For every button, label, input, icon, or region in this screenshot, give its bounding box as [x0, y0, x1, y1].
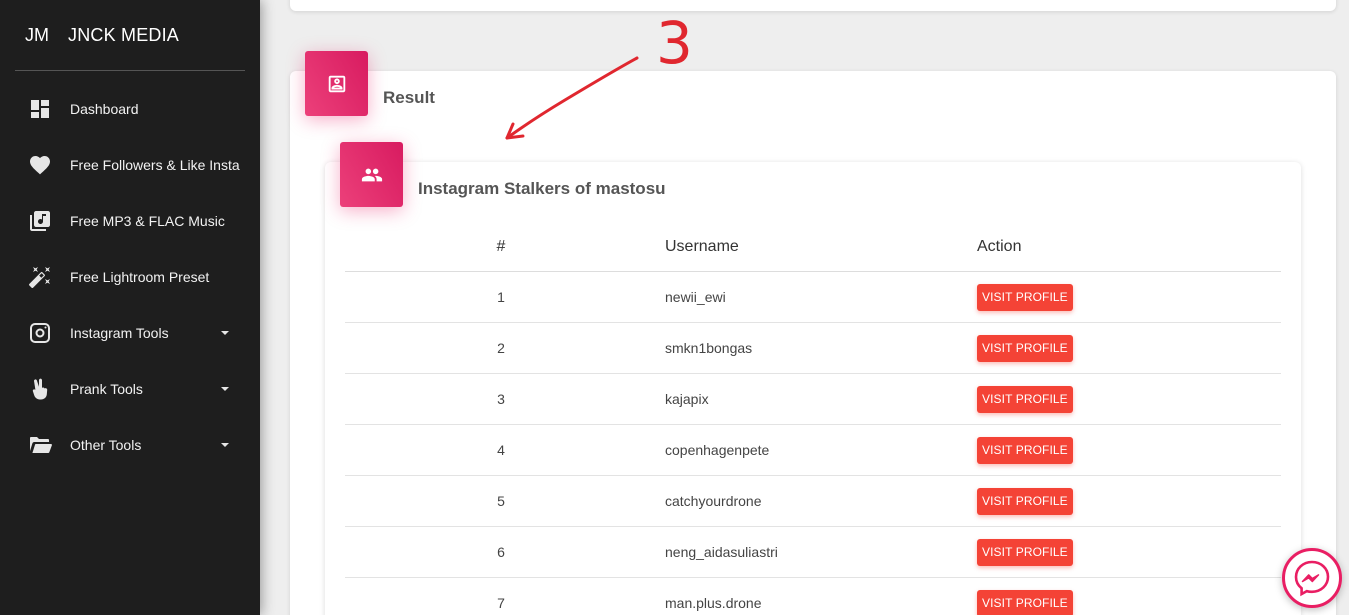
sidebar: JM JNCK MEDIA Dashboard Free Followers &… [0, 0, 260, 615]
row-username: smkn1bongas [665, 340, 753, 356]
row-number: 5 [497, 493, 505, 509]
chevron-down-icon [221, 331, 229, 335]
row-action: VISIT PROFILE [969, 283, 1281, 311]
table-row: 5 catchyourdrone VISIT PROFILE [345, 476, 1281, 527]
visit-profile-button[interactable]: VISIT PROFILE [977, 385, 1073, 413]
visit-profile-button[interactable]: VISIT PROFILE [977, 589, 1073, 615]
visit-profile-button[interactable]: VISIT PROFILE [977, 283, 1073, 311]
column-header-number: # [496, 237, 506, 255]
row-number: 3 [497, 391, 505, 407]
row-action: VISIT PROFILE [969, 538, 1281, 566]
table-header-row: # Username Action [345, 222, 1281, 272]
brand-mini: JM [25, 24, 49, 45]
sidebar-item-instagram-tools[interactable]: Instagram Tools [0, 305, 260, 361]
table-row: 2 smkn1bongas VISIT PROFILE [345, 323, 1281, 374]
row-action: VISIT PROFILE [969, 385, 1281, 413]
dashboard-icon [28, 97, 52, 121]
sidebar-item-other-tools[interactable]: Other Tools [0, 417, 260, 473]
chevron-down-icon [221, 443, 229, 447]
sidebar-item-label: Dashboard [70, 101, 139, 117]
row-username: catchyourdrone [665, 493, 762, 509]
sidebar-item-free-followers[interactable]: Free Followers & Like Insta [0, 137, 260, 193]
victory-hand-icon [28, 377, 52, 401]
column-header-action: Action [977, 237, 1022, 255]
row-action: VISIT PROFILE [969, 334, 1281, 362]
magic-wand-icon [28, 265, 52, 289]
row-username: copenhagenpete [665, 442, 770, 458]
contact-card-icon [328, 75, 345, 92]
sidebar-item-label: Other Tools [70, 437, 142, 453]
sidebar-item-label: Free MP3 & FLAC Music [70, 213, 225, 229]
chevron-down-icon [221, 387, 229, 391]
visit-profile-button[interactable]: VISIT PROFILE [977, 334, 1073, 362]
row-number: 7 [497, 595, 505, 611]
messenger-icon [1294, 560, 1330, 597]
sidebar-item-label: Free Lightroom Preset [70, 269, 210, 285]
visit-profile-button[interactable]: VISIT PROFILE [977, 538, 1073, 566]
row-action: VISIT PROFILE [969, 436, 1281, 464]
brand[interactable]: JM JNCK MEDIA [0, 0, 260, 70]
instagram-icon [28, 321, 52, 345]
visit-profile-button[interactable]: VISIT PROFILE [977, 487, 1073, 515]
row-username: newii_ewi [665, 289, 726, 305]
heart-icon [28, 153, 52, 177]
row-username: man.plus.drone [665, 595, 762, 611]
result-card-header-icon [305, 51, 368, 116]
row-number: 1 [497, 289, 505, 305]
visit-profile-button[interactable]: VISIT PROFILE [977, 436, 1073, 464]
sidebar-item-label: Free Followers & Like Insta [70, 157, 240, 173]
row-number: 2 [497, 340, 505, 356]
annotation-number: 3 [656, 9, 693, 77]
sidebar-item-dashboard[interactable]: Dashboard [0, 81, 260, 137]
column-header-username: Username [665, 237, 739, 255]
annotation-arrow-icon [505, 56, 639, 140]
music-library-icon [28, 209, 52, 233]
table-row: 3 kajapix VISIT PROFILE [345, 374, 1281, 425]
sidebar-divider [15, 70, 245, 71]
row-number: 6 [497, 544, 505, 560]
stalkers-card-header-icon [340, 142, 403, 207]
sidebar-item-free-music[interactable]: Free MP3 & FLAC Music [0, 193, 260, 249]
sidebar-nav: Dashboard Free Followers & Like Insta Fr… [0, 81, 260, 473]
row-username: kajapix [665, 391, 709, 407]
sidebar-item-label: Instagram Tools [70, 325, 169, 341]
folder-open-icon [28, 433, 52, 457]
table-row: 1 newii_ewi VISIT PROFILE [345, 272, 1281, 323]
row-action: VISIT PROFILE [969, 589, 1281, 615]
top-card [290, 0, 1336, 11]
result-title: Result [383, 88, 435, 107]
table-row: 6 neng_aidasuliastri VISIT PROFILE [345, 527, 1281, 578]
row-number: 4 [497, 442, 505, 458]
sidebar-item-label: Prank Tools [70, 381, 143, 397]
messenger-button[interactable] [1282, 548, 1342, 608]
brand-name: JNCK MEDIA [68, 24, 180, 45]
sidebar-item-lightroom-preset[interactable]: Free Lightroom Preset [0, 249, 260, 305]
stalkers-table: # Username Action 1 newii_ewi VISIT PROF… [345, 222, 1281, 615]
table-row: 7 man.plus.drone VISIT PROFILE [345, 578, 1281, 615]
row-action: VISIT PROFILE [969, 487, 1281, 515]
stalkers-title: Instagram Stalkers of mastosu [418, 179, 666, 198]
row-username: neng_aidasuliastri [665, 544, 778, 560]
people-icon [361, 168, 382, 181]
table-row: 4 copenhagenpete VISIT PROFILE [345, 425, 1281, 476]
sidebar-item-prank-tools[interactable]: Prank Tools [0, 361, 260, 417]
